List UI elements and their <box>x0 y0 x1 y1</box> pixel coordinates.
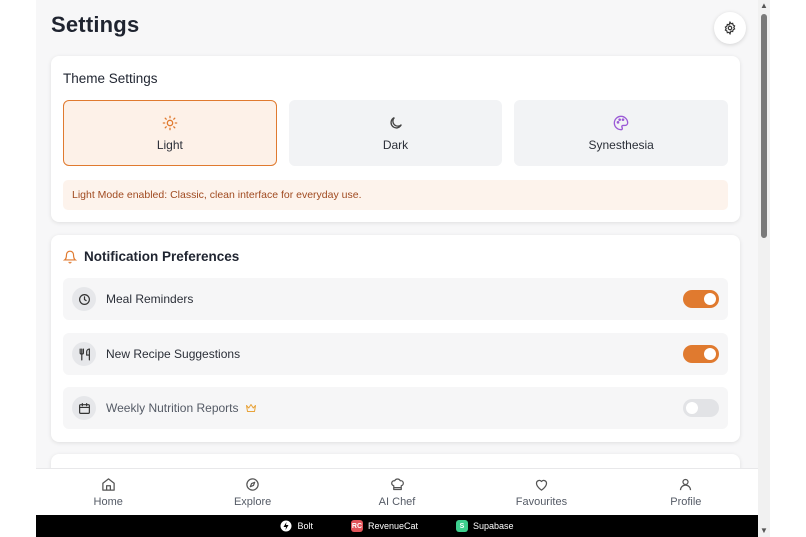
theme-option-label: Dark <box>382 137 409 152</box>
theme-settings-heading: Theme Settings <box>63 71 158 86</box>
utensils-icon <box>72 342 96 366</box>
nav-item-ai-chef[interactable]: AI Chef <box>325 469 469 515</box>
nav-item-home[interactable]: Home <box>36 469 180 515</box>
revenuecat-icon: RC <box>350 520 363 532</box>
notification-label: Weekly Nutrition Reports <box>106 401 239 415</box>
chef-hat-icon <box>390 477 404 490</box>
nav-item-profile[interactable]: Profile <box>614 469 758 515</box>
theme-option-label: Synesthesia <box>588 137 654 152</box>
scroll-up-arrow-icon[interactable]: ▲ <box>760 2 768 10</box>
theme-option-synesthesia[interactable]: Synesthesia <box>514 100 729 166</box>
calendar-icon <box>72 396 96 420</box>
footer-item-label: Supabase <box>473 521 514 531</box>
scrollbar-thumb[interactable] <box>761 14 767 238</box>
notification-heading-label: Notification Preferences <box>84 249 240 264</box>
nav-item-label: Favourites <box>515 495 568 508</box>
notification-preferences-heading: Notification Preferences <box>63 249 239 264</box>
sun-icon <box>162 115 178 130</box>
theme-option-label: Light <box>156 137 183 152</box>
theme-mode-note: Light Mode enabled: Classic, clean inter… <box>63 180 728 210</box>
moon-icon <box>389 116 402 129</box>
nutrition-reports-toggle[interactable] <box>683 399 719 417</box>
footer-item-revenuecat[interactable]: RC RevenueCat <box>350 520 418 532</box>
footer-item-supabase[interactable]: S Supabase <box>456 520 514 532</box>
recipe-suggestions-toggle[interactable] <box>683 345 719 363</box>
palette-icon <box>613 115 629 130</box>
settings-gear-button[interactable] <box>714 12 746 44</box>
bottom-navigation: Home Explore AI Chef Favourites Profile <box>36 468 758 515</box>
notification-row-recipe-suggestions: New Recipe Suggestions <box>63 333 728 375</box>
nav-item-label: Home <box>93 495 123 508</box>
theme-option-dark[interactable]: Dark <box>288 100 503 166</box>
nav-item-label: AI Chef <box>378 495 416 508</box>
crown-icon <box>245 404 256 412</box>
footer-item-label: Bolt <box>297 521 313 531</box>
scroll-down-arrow-icon[interactable]: ▼ <box>760 527 768 535</box>
theme-options: Light Dark Synesthesia <box>63 100 729 166</box>
app-window: Settings Theme Settings Light Dark Synes… <box>36 0 758 537</box>
bell-icon <box>63 250 77 263</box>
user-icon <box>680 478 692 490</box>
notification-label: Meal Reminders <box>106 292 194 306</box>
footer-item-label: RevenueCat <box>367 521 418 531</box>
theme-option-light[interactable]: Light <box>63 100 277 166</box>
footer-bar: Bolt RC RevenueCat S Supabase <box>36 515 758 537</box>
nav-item-explore[interactable]: Explore <box>180 469 324 515</box>
theme-settings-card: Theme Settings Light Dark Synesthesia Li… <box>51 56 740 222</box>
compass-icon <box>246 477 259 491</box>
footer-item-bolt[interactable]: Bolt <box>280 520 313 532</box>
gear-icon <box>724 21 736 35</box>
nav-item-favourites[interactable]: Favourites <box>469 469 613 515</box>
page-title: Settings <box>51 12 140 37</box>
bolt-icon <box>280 520 292 532</box>
notification-row-nutrition-reports: Weekly Nutrition Reports <box>63 387 728 429</box>
home-icon <box>101 477 115 491</box>
heart-icon <box>535 479 548 491</box>
notification-row-meal-reminders: Meal Reminders <box>63 278 728 320</box>
vertical-scrollbar[interactable]: ▲ ▼ <box>758 0 770 537</box>
nav-item-label: Profile <box>670 495 702 508</box>
supabase-icon: S <box>456 520 468 532</box>
notification-preferences-card: Notification Preferences Meal Reminders … <box>51 235 740 442</box>
nav-item-label: Explore <box>233 495 272 508</box>
notification-label: New Recipe Suggestions <box>106 347 241 361</box>
meal-reminders-toggle[interactable] <box>683 290 719 308</box>
clock-icon <box>72 287 96 311</box>
